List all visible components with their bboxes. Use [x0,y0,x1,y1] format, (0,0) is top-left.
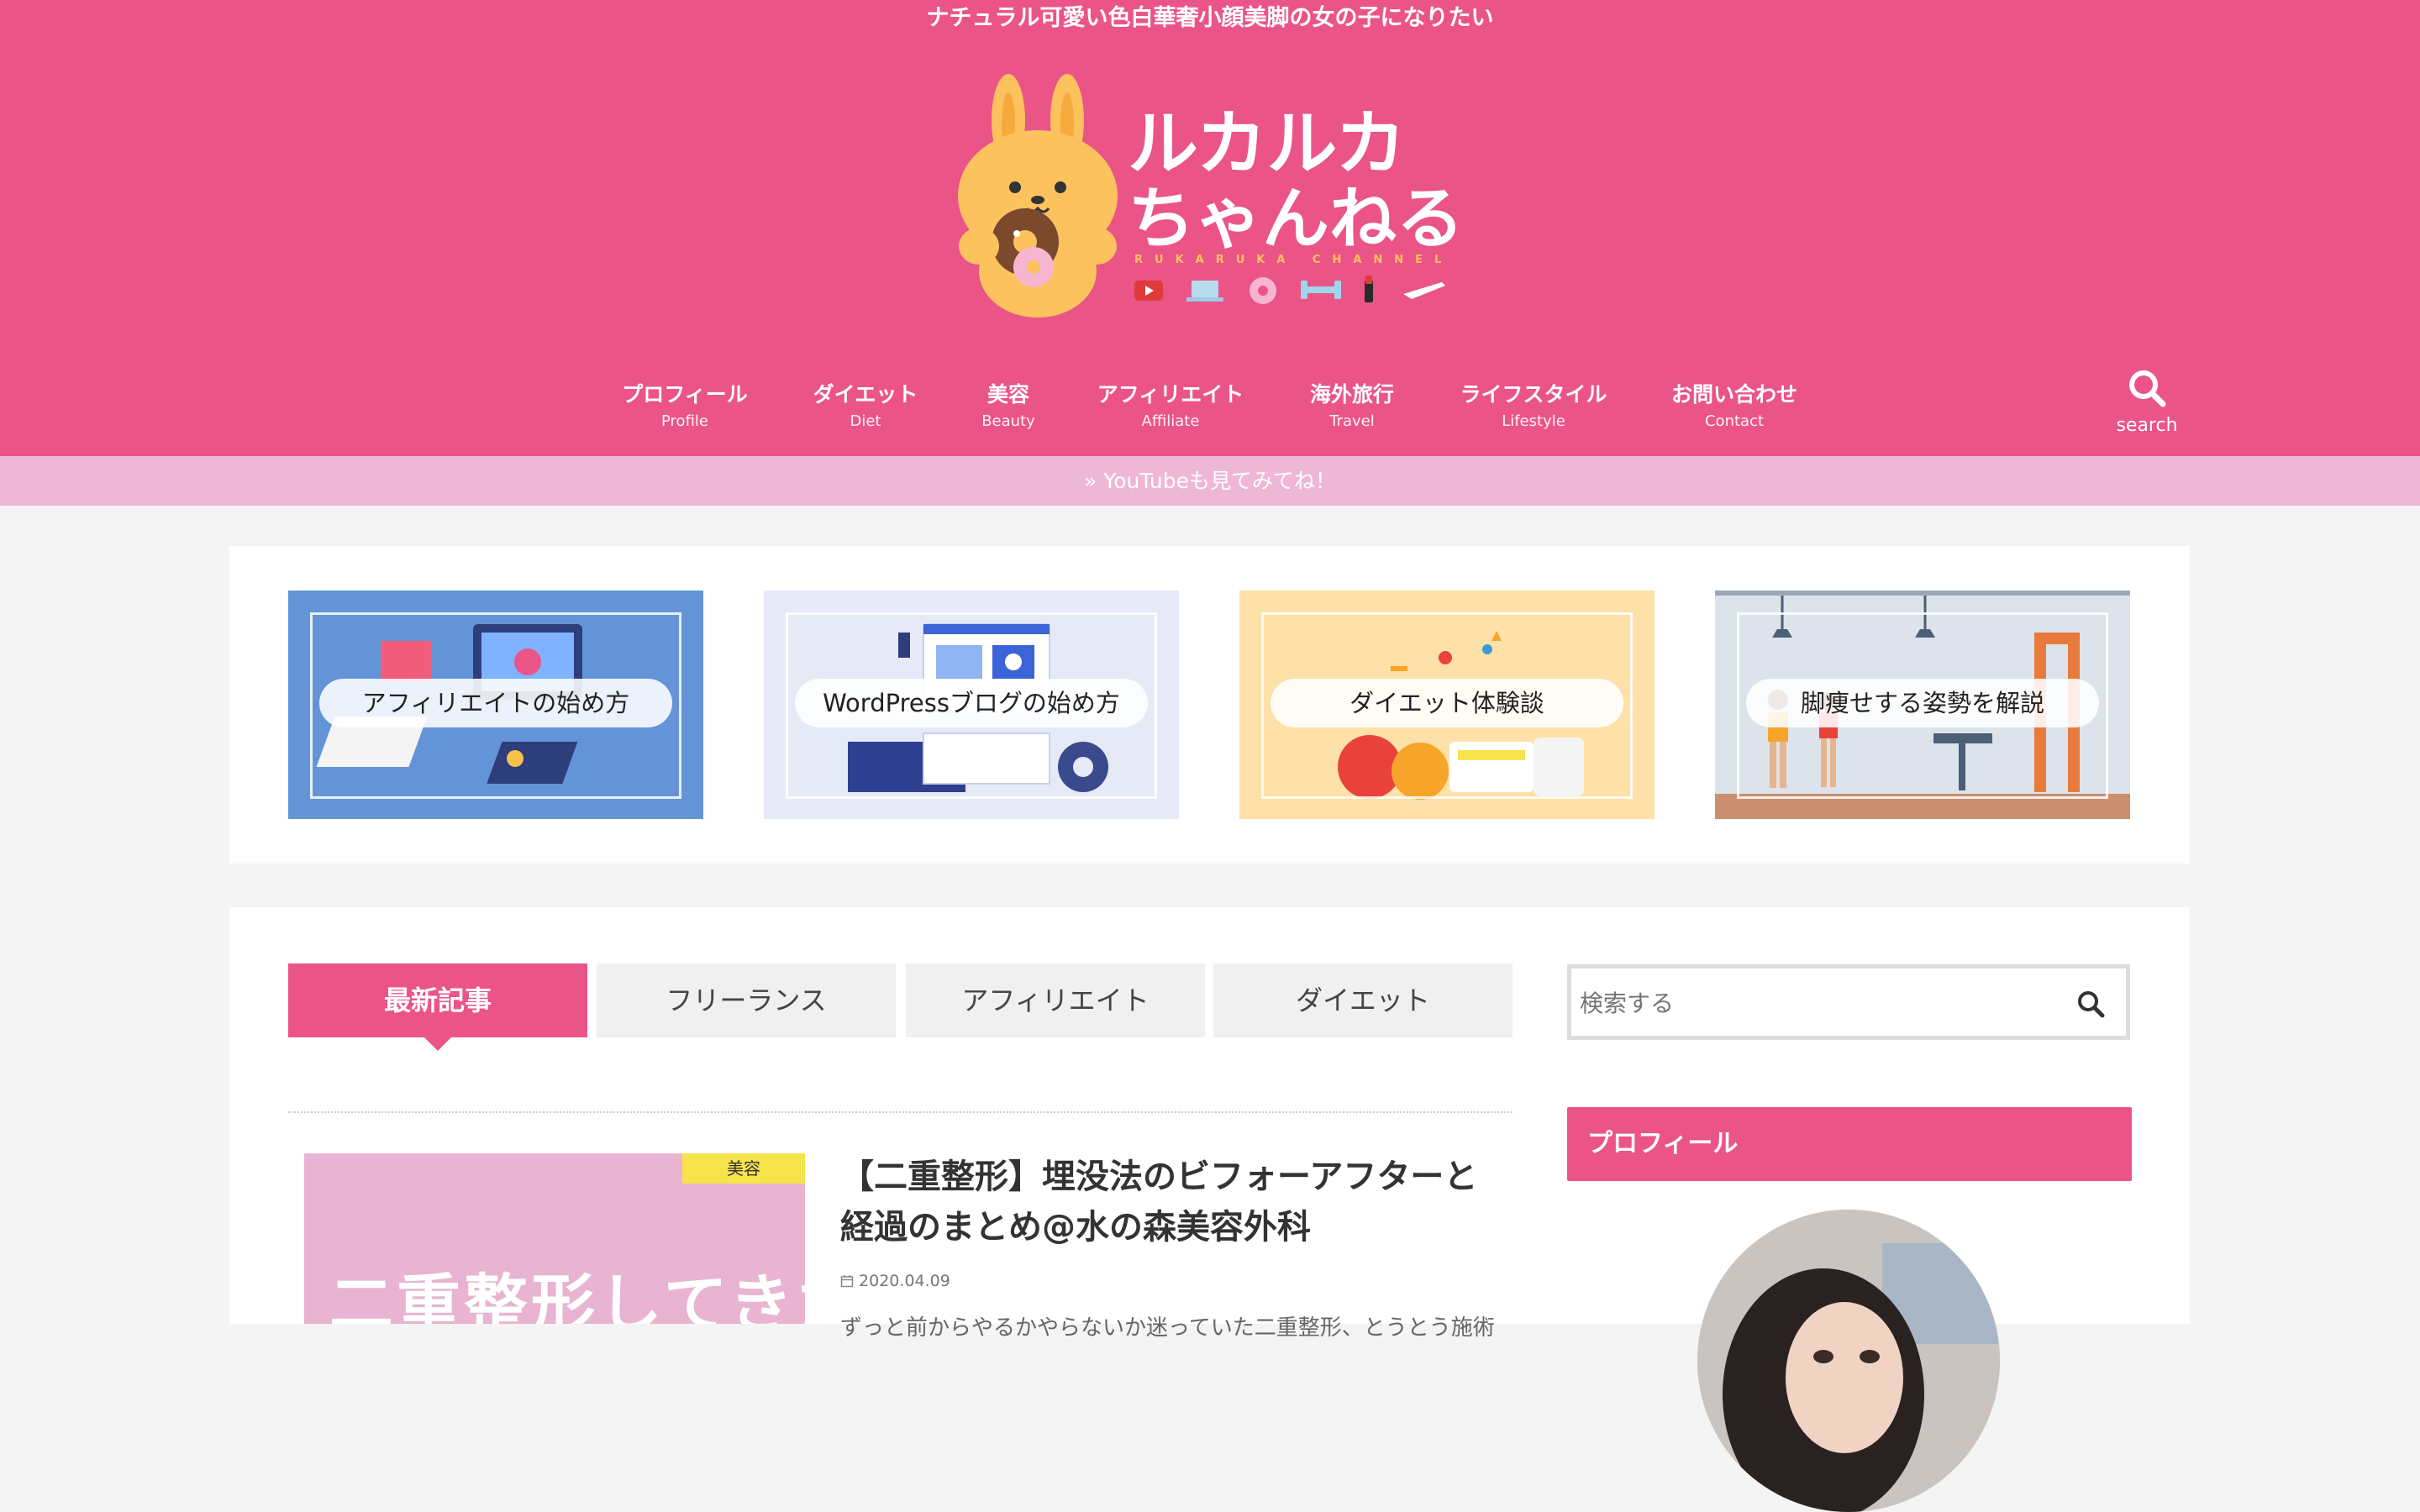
post-excerpt: ずっと前からやるかやらないか迷っていた二重整形、とうとう施術 [840,1315,1495,1341]
card-label: WordPressブログの始め方 [795,679,1148,727]
feature-card-posture[interactable]: 脚痩せする姿勢を解説 [1715,591,2130,819]
airplane-icon [1403,282,1445,299]
nav-label: プロフィール [622,382,748,407]
thumbnail-text: 二重整形してきた話 [329,1267,805,1324]
nav-item-affiliate[interactable]: アフィリエイト Affiliate [1078,378,1263,432]
card-label: アフィリエイトの始め方 [319,679,672,727]
svg-text:RUKARUKA CHANNEL: RUKARUKA CHANNEL [1134,254,1453,266]
nav-label: 美容 [986,382,1029,407]
post-title-link[interactable]: 【二重整形】埋没法のビフォーアフターと経過のまとめ@水の森美容外科 [840,1152,1504,1252]
nav-sublabel: Contact [1704,412,1765,430]
nav-label: 海外旅行 [1309,382,1394,407]
nav-label: お問い合わせ [1670,382,1797,407]
card-label: ダイエット体験談 [1270,679,1623,727]
post-date: 2020.04.09 [840,1272,950,1290]
divider [288,1111,1512,1113]
avatar-photo [1697,1210,2000,1512]
youtube-notice-link[interactable]: » YouTubeも見てみてね！ [0,456,2420,506]
nav-item-lifestyle[interactable]: ライフスタイル Lifestyle [1441,378,1626,432]
feature-card-affiliate[interactable]: アフィリエイトの始め方 [288,591,703,819]
bunny-mascot-icon [958,74,1118,318]
search-label: search [2116,415,2178,436]
tab-diet[interactable]: ダイエット [1213,963,1512,1037]
calendar-icon [840,1275,854,1288]
nav-item-profile[interactable]: プロフィール Profile [592,378,777,432]
site-logo[interactable]: ルカルカ ちゃんねる RUKARUKA CHANNEL [941,74,1462,318]
svg-text:ちゃんねる: ちゃんねる [1128,180,1462,258]
feature-box: アフィリエイトの始め方 WordPressブログの始め方 ダイエット体験談 脚痩… [229,546,2190,864]
nav-item-contact[interactable]: お問い合わせ Contact [1642,378,1827,432]
sidebar-search [1567,964,2130,1040]
feature-card-wordpress[interactable]: WordPressブログの始め方 [764,591,1179,819]
nav-sublabel: Lifestyle [1502,412,1565,430]
laptop-icon [1192,281,1218,297]
category-badge: 美容 [682,1153,805,1184]
search-submit-icon[interactable] [2074,987,2107,1021]
nav-sublabel: Affiliate [1141,412,1200,430]
profile-avatar [1697,1210,2000,1512]
nav-sublabel: Travel [1329,412,1375,430]
card-label: 脚痩せする姿勢を解説 [1746,679,2099,727]
post-date-text: 2020.04.09 [859,1272,950,1290]
nav-label: アフィリエイト [1097,382,1244,407]
tab-latest[interactable]: 最新記事 [288,963,587,1037]
nav-label: ライフスタイル [1460,382,1607,407]
nav-item-travel[interactable]: 海外旅行 Travel [1260,378,1444,432]
active-tab-indicator [424,1037,451,1051]
category-icons-row [1134,276,1445,304]
tab-freelance[interactable]: フリーランス [597,963,896,1037]
post-thumbnail[interactable]: 美容 二重整形してきた話 [304,1153,805,1324]
nav-sublabel: Profile [661,412,708,430]
nav-item-beauty[interactable]: 美容 Beauty [916,378,1101,432]
dumbbell-icon [1304,286,1338,293]
global-nav: プロフィール Profile ダイエット Diet 美容 Beauty アフィリ… [0,378,2420,445]
svg-text:ルカルカ: ルカルカ [1128,102,1406,185]
header-search-button[interactable]: search [2105,368,2189,436]
feature-card-diet[interactable]: ダイエット体験談 [1239,591,1655,819]
profile-widget-heading: プロフィール [1567,1107,2132,1181]
site-header: ナチュラル可愛い色白華奢小顔美脚の女の子になりたい ルカルカ ちゃんねる RUK… [0,0,2420,456]
site-tagline: ナチュラル可愛い色白華奢小顔美脚の女の子になりたい [926,5,1494,31]
tab-affiliate[interactable]: アフィリエイト [906,963,1205,1037]
search-input[interactable] [1578,969,2052,1037]
search-icon [2129,370,2166,407]
nav-sublabel: Beauty [981,412,1035,430]
